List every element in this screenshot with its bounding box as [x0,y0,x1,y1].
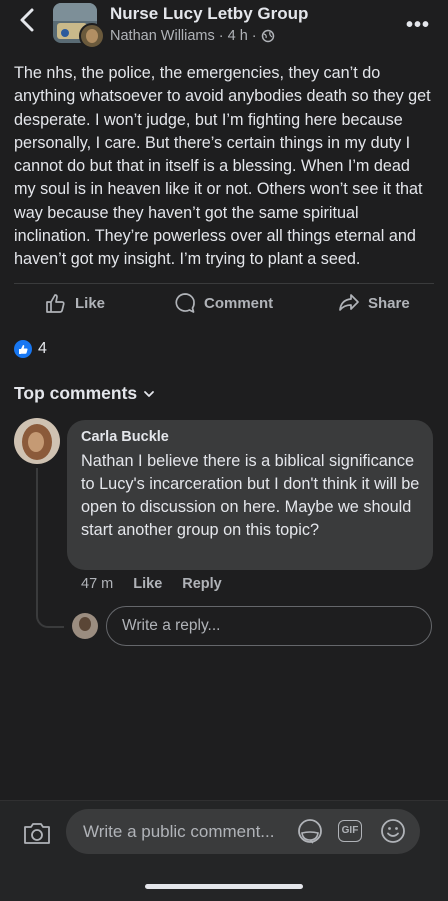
thumbs-up-icon [46,294,65,313]
commenter-avatar[interactable] [14,418,60,464]
reaction-count: 4 [38,340,47,357]
post-meta: Nathan Williams · 4 h · [110,28,275,44]
comment-meta: 47 m Like Reply [81,576,222,592]
comment-text: Nathan I believe there is a biblical sig… [81,452,420,539]
comment-label: Comment [204,294,274,312]
emoji-icon[interactable] [380,818,406,844]
public-comment-input[interactable] [81,821,305,843]
comment-reply-button[interactable]: Reply [182,576,222,592]
share-button[interactable]: Share [338,292,410,314]
like-button[interactable]: Like [45,292,105,314]
more-options-icon[interactable]: ••• [406,14,430,37]
post-header: Nurse Lucy Letby Group Nathan Williams ·… [0,0,448,52]
commenter-name[interactable]: Carla Buckle [81,429,169,445]
post-text: The nhs, the police, the emergencies, th… [14,64,431,269]
current-user-avatar [72,613,98,639]
comments-header: Top comments [14,383,138,403]
comments-sort-dropdown[interactable]: Top comments [14,383,155,404]
group-name[interactable]: Nurse Lucy Letby Group [110,4,308,24]
comment-bubble[interactable]: Carla Buckle Nathan I believe there is a… [67,420,433,570]
group-avatar[interactable] [53,3,105,49]
post-actions: Like Comment Share [0,284,448,324]
public-comment-field[interactable]: GIF [66,809,420,854]
chevron-down-icon [144,390,155,397]
like-label: Like [75,294,106,312]
comment-like-button[interactable]: Like [133,576,162,592]
share-label: Share [368,294,410,312]
reaction-summary[interactable]: 4 [14,340,47,358]
like-reaction-icon [14,340,32,358]
avatar-sticker-icon[interactable] [296,817,324,845]
camera-icon[interactable] [22,820,52,846]
home-indicator[interactable] [145,884,303,889]
share-arrow-icon [339,294,359,311]
reply-field[interactable] [106,606,432,646]
post-time: · 4 h · [218,28,257,44]
back-arrow-icon[interactable] [14,6,42,34]
thread-connector [36,468,64,628]
comment-bubble-icon [175,293,195,313]
reply-input[interactable] [120,616,424,636]
comment-time: 47 m [81,576,114,592]
gif-button[interactable]: GIF [338,820,362,842]
author-name[interactable]: Nathan Williams [110,28,215,44]
globe-icon [261,29,274,43]
comment-button[interactable]: Comment [174,292,273,314]
author-avatar [79,23,105,49]
